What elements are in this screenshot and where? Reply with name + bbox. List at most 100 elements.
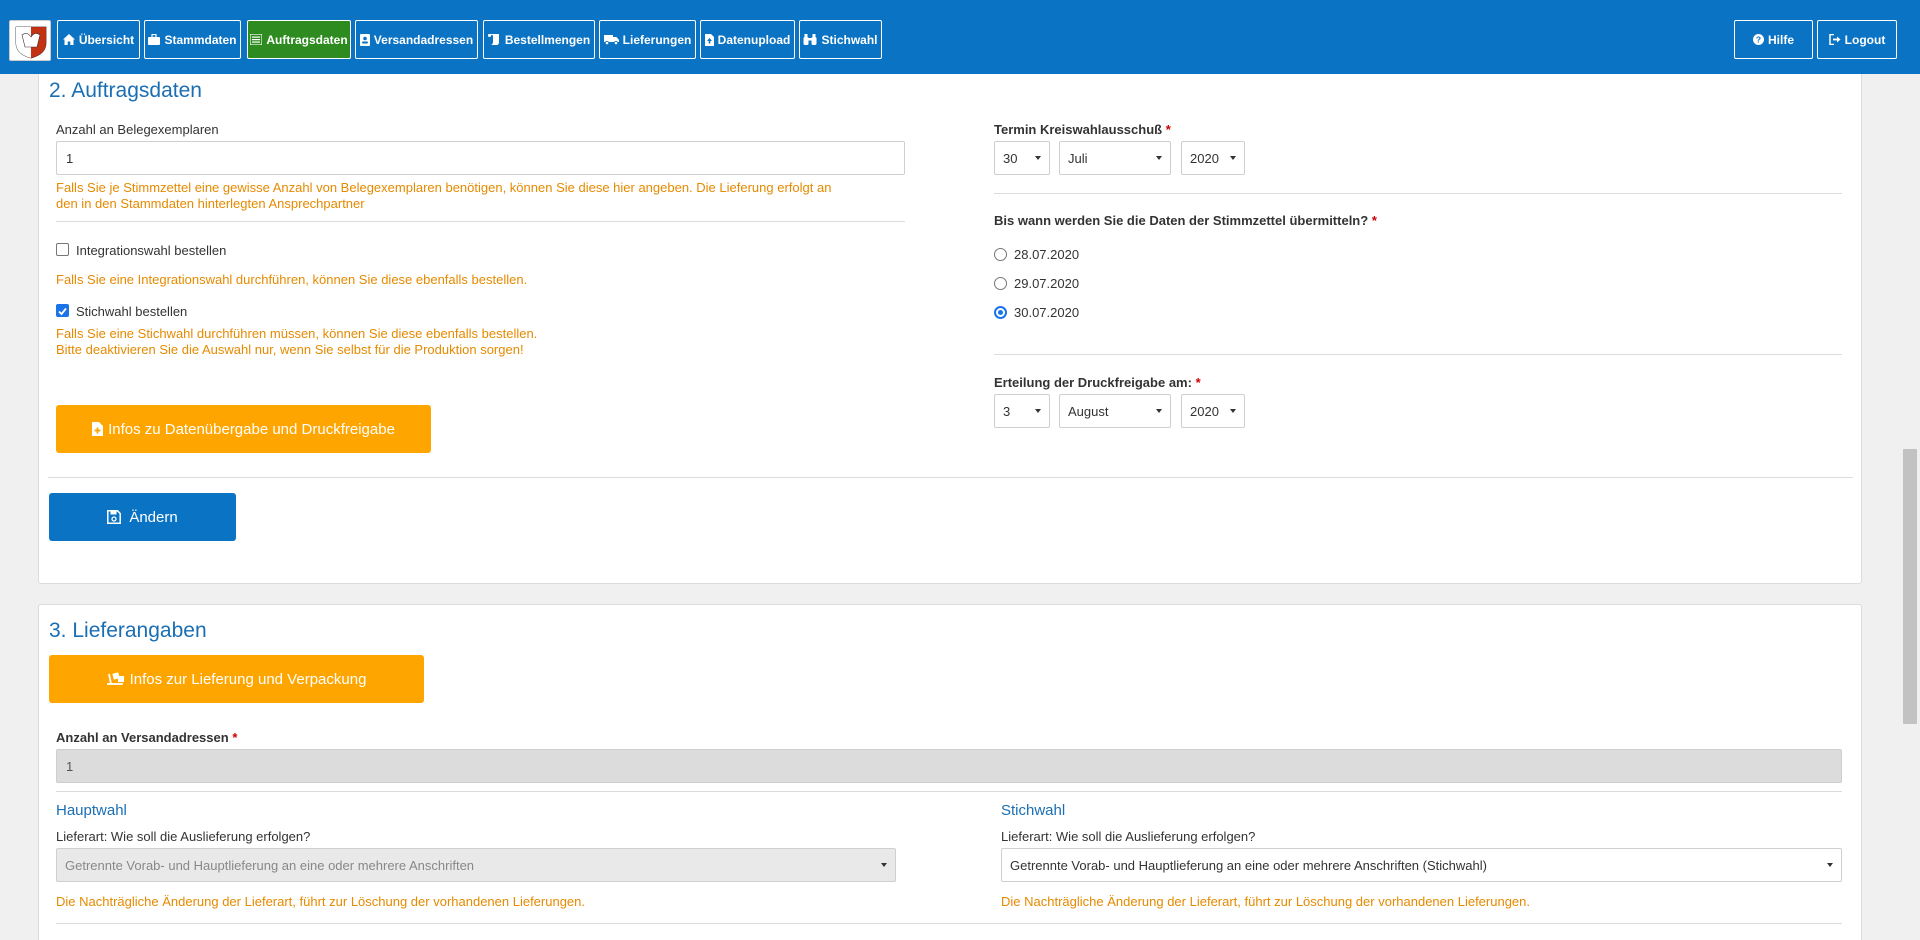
hauptwahl-heading: Hauptwahl [56,802,127,819]
uebermittlung-option-28: 28.07.2020 [1014,247,1080,262]
info-datenuebergabe-label: Infos zu Datenübergabe und Druckfreigabe [108,420,395,438]
druckfreigabe-month-value: August [1068,403,1109,419]
termin-label-text: Termin Kreiswahlausschuß [994,122,1163,137]
list-icon [250,34,263,45]
belegexemplare-hint-line-2: den in den Stammdaten hinterlegten Anspr… [56,196,365,211]
file-upload-icon [704,33,714,46]
druckfreigabe-day-select[interactable]: 3 [994,394,1050,428]
stichwahl-hint-line-2: Bitte deaktivieren Sie die Auswahl nur, … [56,342,524,357]
stichwahl-label: Stichwahl bestellen [76,304,188,319]
section-title-auftragsdaten: 2. Auftragsdaten [49,79,202,102]
divider [994,354,1842,355]
termin-year-value: 2020 [1190,150,1219,166]
caret-down-icon [881,863,887,867]
checkmark-icon [58,307,67,316]
caret-down-icon [1035,156,1041,160]
logout-label: Logout [1844,32,1886,47]
required-marker: * [1165,122,1171,137]
lieferangaben-card: 3. Lieferangaben Infos zur Lieferung und… [38,604,1862,940]
nav-item-datenupload[interactable]: Datenupload [700,20,795,59]
nav-item-label: Lieferungen [622,32,692,47]
stichwahl-hint: Falls Sie eine Stichwahl durchführen müs… [56,326,537,358]
aendern-button[interactable]: Ändern [49,493,236,541]
termin-month-value: Juli [1068,150,1088,166]
termin-kreiswahlausschuss-label: Termin Kreiswahlausschuß * [994,122,1171,137]
info-datenuebergabe-button[interactable]: Infos zu Datenübergabe und Druckfreigabe [56,405,431,453]
termin-day-select[interactable]: 30 [994,141,1050,175]
nav-item-label: Auftragsdaten [266,32,348,47]
hauptwahl-lieferart-select: Getrennte Vorab- und Hauptlieferung an e… [56,848,896,882]
stichwahl-checkbox[interactable] [56,304,69,317]
floppy-disk-icon [107,510,122,524]
druckfreigabe-year-select[interactable]: 2020 [1181,394,1245,428]
termin-month-select[interactable]: Juli [1059,141,1171,175]
required-marker: * [1371,213,1377,228]
caret-down-icon [1035,409,1041,413]
divider [994,193,1842,194]
binoculars-icon [803,34,817,45]
belegexemplare-label: Anzahl an Belegexemplaren [56,122,219,137]
caret-down-icon [1230,409,1236,413]
druckfreigabe-label: Erteilung der Druckfreigabe am: * [994,375,1201,390]
uebermittlung-option-30: 30.07.2020 [1014,305,1080,320]
belegexemplare-hint-line-1: Falls Sie je Stimmzettel eine gewisse An… [56,180,832,195]
hauptwahl-lieferart-value: Getrennte Vorab- und Hauptlieferung an e… [65,857,475,873]
caret-down-icon [1827,863,1833,867]
stichwahl-lieferart-label: Lieferart: Wie soll die Auslieferung erf… [1001,829,1256,844]
svg-text:?: ? [1756,35,1761,45]
question-circle-icon: ? [1752,34,1764,45]
druckfreigabe-month-select[interactable]: August [1059,394,1171,428]
termin-year-select[interactable]: 2020 [1181,141,1245,175]
stichwahl-lieferart-value: Getrennte Vorab- und Hauptlieferung an e… [1010,857,1487,873]
help-label: Hilfe [1767,32,1794,47]
info-lieferung-button[interactable]: Infos zur Lieferung und Verpackung [49,655,424,703]
termin-day-value: 30 [1003,150,1018,166]
versandadressen-value: 1 [66,758,74,774]
uebermittlung-question-text: Bis wann werden Sie die Daten der Stimmz… [994,213,1369,228]
nav-item-label: Versandadressen [373,32,474,47]
stichwahl-hint: Die Nachträgliche Änderung der Lieferart… [1001,894,1531,909]
nav-item-bestellmengen[interactable]: Bestellmengen [483,20,595,59]
caret-down-icon [1156,409,1162,413]
belegexemplare-input[interactable]: 1 [56,141,905,175]
hauptwahl-lieferart-label: Lieferart: Wie soll die Auslieferung erf… [56,829,311,844]
help-button[interactable]: ? Hilfe [1734,20,1813,59]
nav-item-lieferungen[interactable]: Lieferungen [599,20,696,59]
druckfreigabe-label-text: Erteilung der Druckfreigabe am: [994,375,1192,390]
coat-of-arms-logo[interactable] [9,20,51,61]
required-marker: * [232,730,238,745]
info-lieferung-label: Infos zur Lieferung und Verpackung [129,670,367,688]
nav-item-label: Stammdaten [164,32,237,47]
caret-down-icon [1230,156,1236,160]
versandadressen-label: Anzahl an Versandadressen * [56,730,237,745]
main-content: 2. Auftragsdaten Anzahl an Belegexemplar… [0,74,1900,940]
scrollbar-thumb[interactable] [1903,449,1917,724]
uebermittlung-radio-29[interactable] [994,277,1007,290]
nav-item-label: Bestellmengen [504,32,591,47]
uebermittlung-radio-30[interactable] [994,306,1007,319]
dolly-boxes-icon [106,672,124,685]
versandadressen-label-text: Anzahl an Versandadressen [56,730,229,745]
home-icon [62,34,75,45]
aendern-label: Ändern [129,508,178,526]
druckfreigabe-year-value: 2020 [1190,403,1219,419]
nav-item-uebersicht[interactable]: Übersicht [57,20,140,59]
divider [56,221,905,222]
logout-button[interactable]: Logout [1817,20,1897,59]
truck-icon [603,35,619,45]
nav-item-stichwahl[interactable]: Stichwahl [799,20,882,59]
stichwahl-heading: Stichwahl [1001,802,1066,819]
nav-item-versandadressen[interactable]: Versandadressen [355,20,478,59]
scroll-icon [487,34,499,45]
caret-down-icon [1156,156,1162,160]
uebermittlung-radio-28[interactable] [994,248,1007,261]
stichwahl-lieferart-select[interactable]: Getrennte Vorab- und Hauptlieferung an e… [1001,848,1842,882]
logo-icon [10,21,50,60]
divider [56,923,1842,924]
briefcase-icon [148,34,161,45]
nav-item-stammdaten[interactable]: Stammdaten [144,20,241,59]
address-card-icon [359,33,370,46]
integrationswahl-checkbox[interactable] [56,243,69,256]
nav-item-auftragsdaten[interactable]: Auftragsdaten [247,20,351,59]
file-plus-icon [92,422,104,436]
